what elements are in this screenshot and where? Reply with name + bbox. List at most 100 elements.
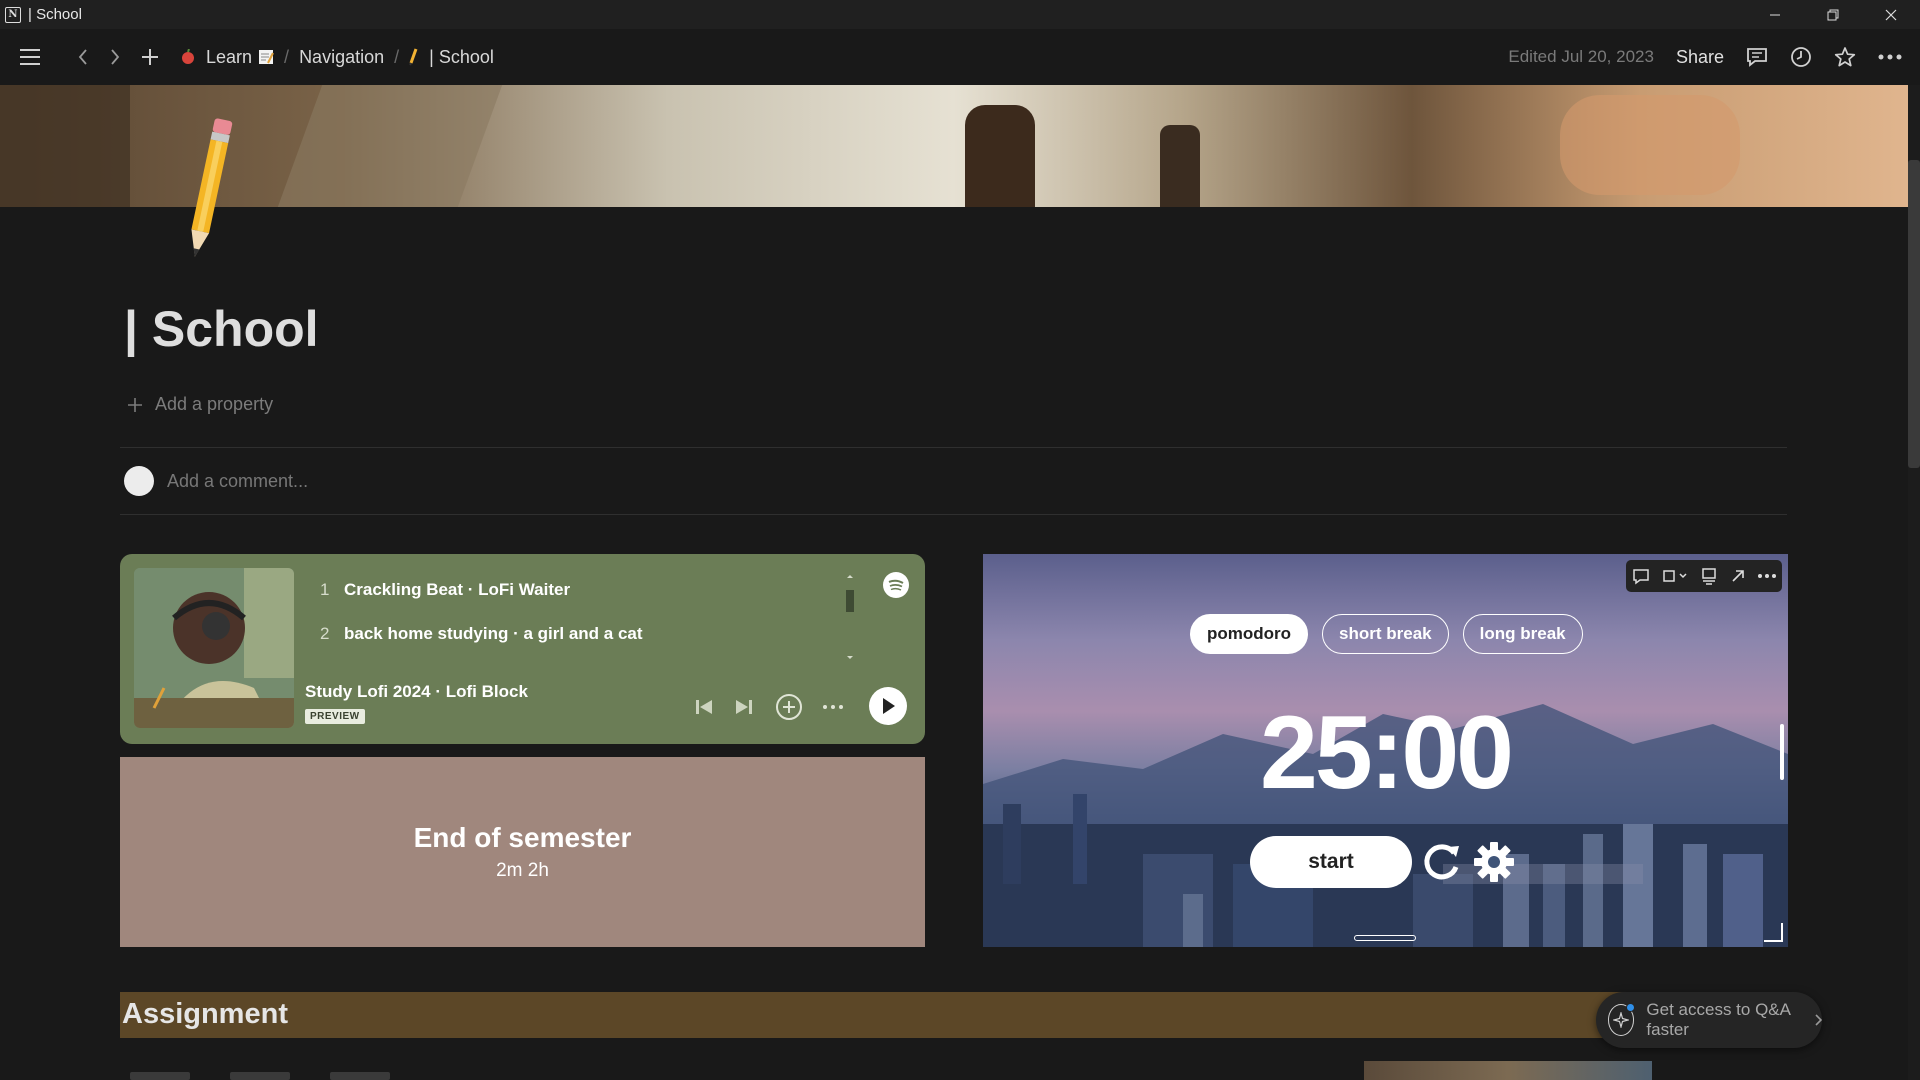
clock-icon [1791, 47, 1811, 67]
comment-input[interactable]: Add a comment... [167, 471, 308, 492]
timer-display: 25:00 [1260, 695, 1514, 811]
favorite-button[interactable] [1834, 46, 1856, 68]
back-button[interactable] [76, 45, 90, 69]
page-title[interactable]: | School [124, 300, 319, 358]
window-controls [1746, 0, 1920, 29]
add-to-library-button[interactable] [774, 692, 804, 722]
start-button[interactable]: start [1250, 836, 1412, 888]
chevron-right-icon [1815, 1014, 1822, 1026]
embed-caption-button[interactable] [1700, 567, 1718, 585]
comment-icon [1633, 569, 1649, 585]
cover-shape [277, 85, 503, 207]
minimize-button[interactable] [1746, 0, 1804, 29]
chevron-left-icon [78, 49, 87, 65]
embed-align-button[interactable] [1662, 567, 1688, 585]
view-tab[interactable] [330, 1072, 390, 1080]
plus-icon [142, 49, 158, 65]
pencil-emoji-icon [409, 48, 419, 66]
track-title: Crackling Beat · LoFi Waiter [344, 580, 571, 599]
tab-long-break[interactable]: long break [1462, 614, 1583, 654]
gallery-image[interactable] [1364, 1061, 1652, 1080]
more-horizontal-icon [1758, 574, 1776, 578]
breadcrumb-learn[interactable]: Learn [180, 47, 274, 68]
timer-mode-tabs: pomodoro short break long break [1190, 614, 1583, 654]
breadcrumb-separator: / [284, 46, 290, 67]
close-icon [1885, 9, 1897, 20]
arrow-up-right-icon [1732, 570, 1744, 582]
add-property-label: Add a property [155, 394, 274, 414]
next-track-button[interactable] [734, 697, 754, 717]
page-icon[interactable] [178, 110, 238, 275]
track-item[interactable]: 2 back home studying · a girl and a cat [320, 624, 643, 644]
reset-icon [1424, 844, 1459, 880]
memo-emoji-icon [258, 49, 274, 65]
embed-resize-handle[interactable] [1780, 724, 1784, 780]
scrollbar-thumb[interactable] [1908, 160, 1920, 468]
top-navigation-bar: Learn / Navigation / | School Edited Jul… [0, 29, 1920, 85]
assignment-heading[interactable]: Assignment [122, 998, 288, 1031]
more-options-button[interactable] [1878, 54, 1902, 60]
lofi-girl-illustration [134, 568, 294, 728]
cover-hand [1560, 95, 1740, 195]
previous-track-button[interactable] [694, 697, 714, 717]
comments-button[interactable] [1746, 46, 1768, 68]
divider [120, 447, 1787, 448]
forward-button[interactable] [108, 45, 122, 69]
track-item[interactable]: 1 Crackling Beat · LoFi Waiter [320, 580, 570, 600]
qa-promo-button[interactable]: Get access to Q&A faster [1596, 992, 1822, 1048]
qa-promo-text: Get access to Q&A faster [1646, 1000, 1791, 1039]
add-property-button[interactable]: Add a property [127, 394, 273, 415]
page-cover-image[interactable] [0, 85, 1908, 207]
more-horizontal-icon [823, 705, 843, 709]
comment-input-row[interactable]: Add a comment... [124, 466, 308, 496]
edited-timestamp: Edited Jul 20, 2023 [1508, 47, 1654, 66]
view-tab[interactable] [130, 1072, 190, 1080]
restore-icon [1827, 9, 1839, 20]
comment-icon [1747, 48, 1767, 67]
track-title: back home studying · a girl and a cat [344, 624, 643, 643]
play-icon [883, 698, 895, 714]
notion-app-icon: N [5, 6, 21, 23]
caption-icon [1702, 568, 1716, 585]
tab-short-break[interactable]: short break [1322, 614, 1449, 654]
play-button[interactable] [869, 687, 907, 725]
playlist-title[interactable]: Study Lofi 2024 · Lofi Block [305, 682, 528, 702]
apple-emoji-icon [180, 49, 196, 65]
countdown-widget[interactable]: End of semester 2m 2h [120, 757, 925, 947]
view-tab[interactable] [230, 1072, 290, 1080]
embed-resize-corner[interactable] [1762, 921, 1784, 943]
cover-shape [0, 85, 130, 207]
countdown-value: 2m 2h [496, 860, 549, 881]
breadcrumb-navigation[interactable]: Navigation [299, 47, 384, 68]
topbar-actions: Edited Jul 20, 2023 Share [1508, 29, 1902, 85]
embed-open-button[interactable] [1730, 568, 1746, 584]
spotify-embed[interactable]: 1 Crackling Beat · LoFi Waiter 2 back ho… [120, 554, 925, 744]
share-button[interactable]: Share [1676, 47, 1724, 68]
breadcrumb-separator: / [394, 46, 400, 67]
close-button[interactable] [1862, 0, 1920, 29]
sidebar-menu-button[interactable] [18, 45, 42, 69]
sparkle-icon [1608, 1003, 1636, 1036]
updates-button[interactable] [1790, 46, 1812, 68]
timer-settings-button[interactable] [1472, 840, 1516, 884]
tab-pomodoro[interactable]: pomodoro [1190, 614, 1309, 654]
window-titlebar: N | School [0, 0, 1920, 29]
resize-corner-icon [1764, 923, 1783, 942]
new-page-button[interactable] [140, 45, 160, 69]
reset-timer-button[interactable] [1420, 840, 1464, 884]
embed-comment-button[interactable] [1632, 567, 1650, 585]
pomodoro-widget[interactable]: pomodoro short break long break 25:00 st… [983, 554, 1788, 947]
track-list-scrollbar[interactable] [843, 572, 857, 662]
avatar [124, 466, 154, 496]
spotify-more-button[interactable] [820, 700, 846, 714]
restore-button[interactable] [1804, 0, 1862, 29]
cover-bottle [965, 105, 1035, 207]
star-icon [1834, 47, 1856, 67]
gear-icon [1474, 842, 1514, 882]
preview-badge: PREVIEW [305, 709, 365, 724]
database-view-tabs [130, 1072, 390, 1080]
breadcrumb-school[interactable]: | School [409, 47, 494, 68]
embed-resize-handle-bottom[interactable] [1354, 935, 1416, 941]
embed-more-button[interactable] [1758, 573, 1776, 579]
spotify-logo-icon[interactable] [883, 572, 909, 598]
